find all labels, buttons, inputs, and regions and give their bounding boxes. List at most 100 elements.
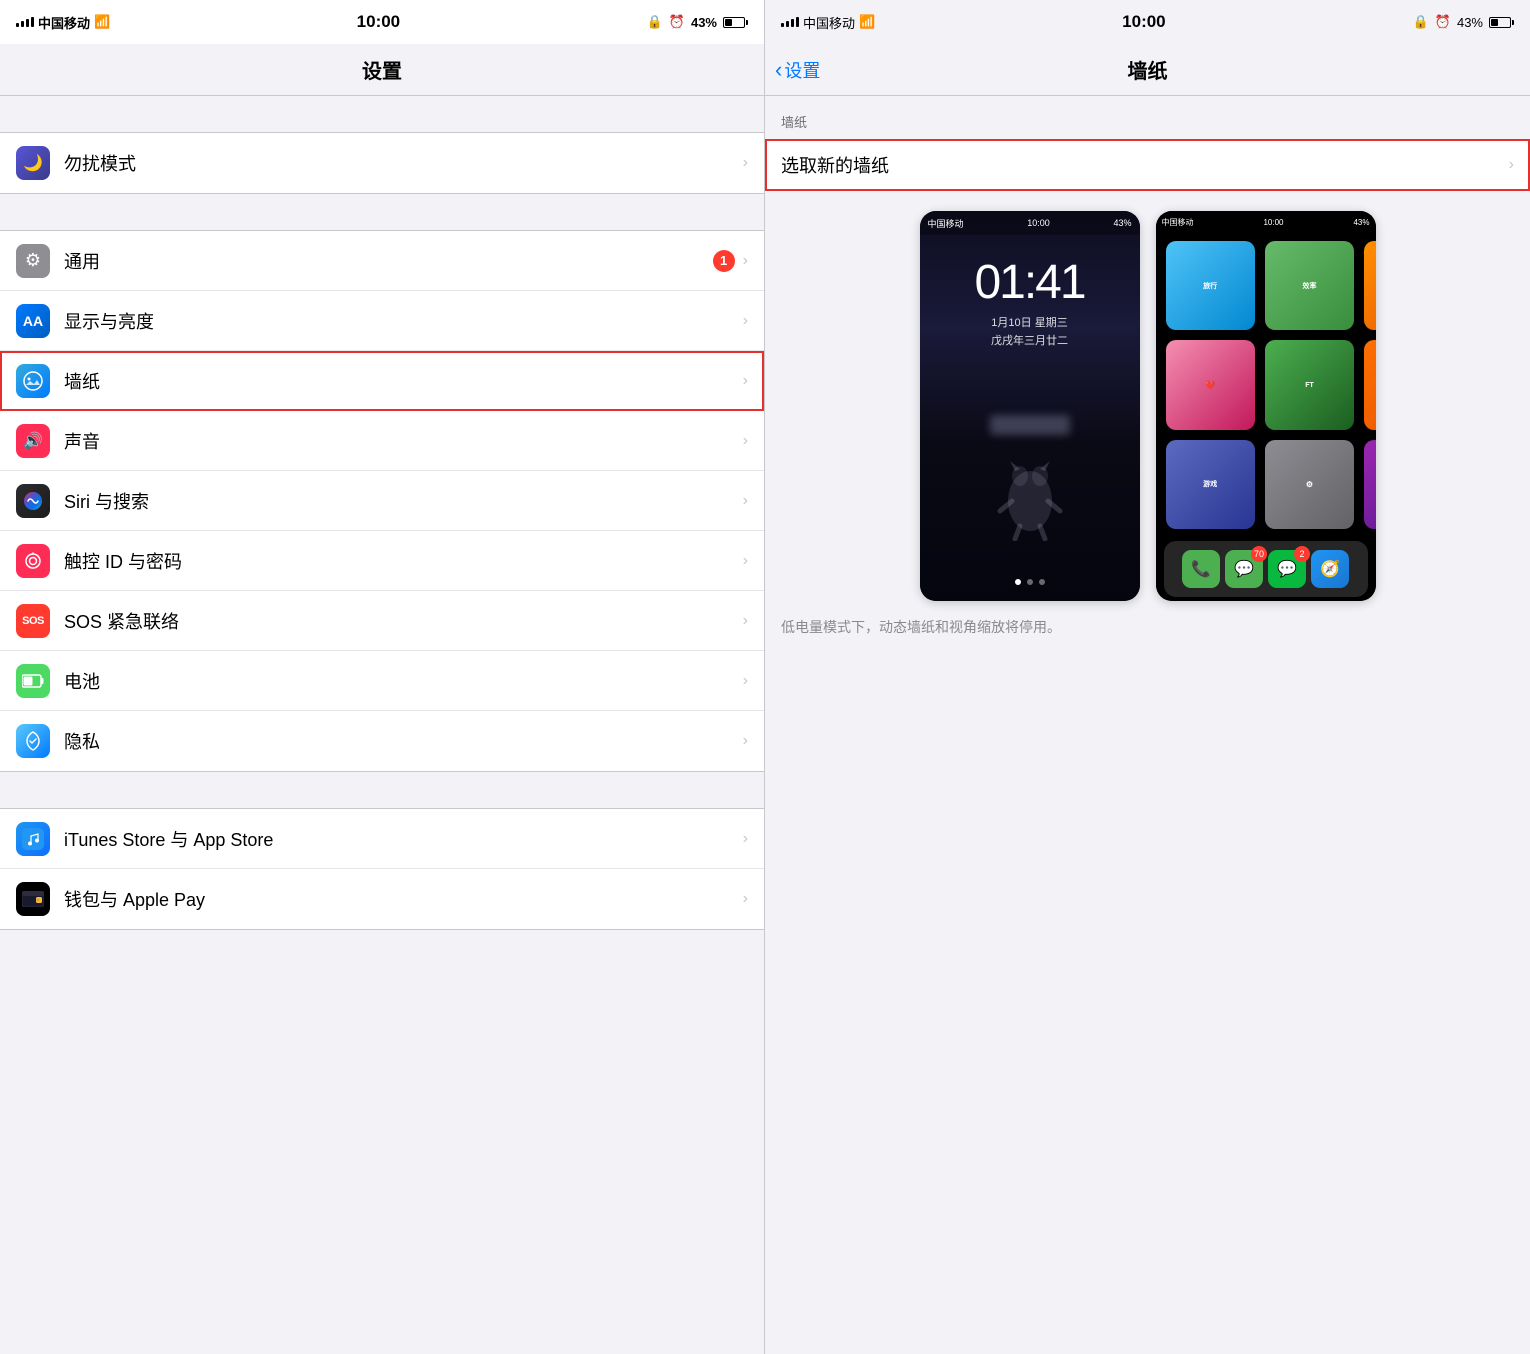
rs-bar-3: [791, 19, 794, 27]
settings-item-touchid[interactable]: 触控 ID 与密码 ›: [0, 531, 764, 591]
privacy-chevron: ›: [743, 732, 748, 750]
right-signal: 中国移动 📶: [781, 13, 875, 32]
back-chevron-icon: ‹: [775, 57, 782, 83]
lock-preview-status: 中国移动 10:00 43%: [920, 211, 1140, 235]
settings-item-battery[interactable]: 电池 ›: [0, 651, 764, 711]
battery-chevron: ›: [743, 672, 748, 690]
left-status-right: 🔒 ⏰ 43%: [647, 14, 748, 30]
lock-screen-preview-thumb[interactable]: 中国移动 10:00 43% 01:41 1月10日 星期三 戊戌年三月廿二: [920, 211, 1140, 601]
settings-item-siri[interactable]: Siri 与搜索 ›: [0, 471, 764, 531]
battery-icon-container: [16, 664, 50, 698]
wifi-icon: 📶: [94, 14, 110, 30]
app-ibooks: iBooks: [1364, 241, 1375, 330]
sos-label: SOS 紧急联络: [64, 608, 743, 634]
right-panel: 中国移动 📶 10:00 🔒 ⏰ 43% ‹ 设置 墙纸 墙纸 选取新的墙纸: [765, 0, 1530, 1354]
signal-bars: [16, 17, 34, 27]
battery-fill: [725, 19, 732, 26]
signal-bar-3: [26, 19, 29, 27]
itunes-icon: [16, 822, 50, 856]
rs-bar-4: [796, 17, 799, 27]
wallpaper-label: 墙纸: [64, 368, 743, 394]
wallpaper-icon: [16, 364, 50, 398]
left-title: 设置: [362, 55, 402, 84]
app-health: ❤️: [1166, 340, 1255, 429]
touchid-svg: [22, 550, 44, 572]
lock-screen-preview: 中国移动 10:00 43% 01:41 1月10日 星期三 戊戌年三月廿二: [920, 211, 1140, 601]
back-button[interactable]: ‹ 设置: [775, 57, 820, 83]
general-chevron: ›: [743, 252, 748, 270]
app-travel: 旅行: [1166, 241, 1255, 330]
app-facetime: FT: [1265, 340, 1354, 429]
right-status-right: 🔒 ⏰ 43%: [1413, 14, 1514, 30]
dnd-label: 勿扰模式: [64, 150, 743, 176]
cat-silhouette-svg: [990, 441, 1070, 541]
settings-item-general[interactable]: ⚙ 通用 1 ›: [0, 231, 764, 291]
right-content: 墙纸 选取新的墙纸 › 中国移动 10:00 43% 01:41 1月10日 星…: [765, 96, 1530, 1354]
display-icon: AA: [16, 304, 50, 338]
home-screen-preview-thumb[interactable]: 中国移动 10:00 43% 旅行 效率 iBooks 📈 ❤️ FT G 文件…: [1156, 211, 1376, 601]
right-battery-text: 43%: [1457, 15, 1483, 30]
carrier-label: 中国移动: [38, 13, 90, 32]
lock-battery-status: 43%: [1113, 218, 1131, 228]
privacy-svg: [22, 730, 44, 752]
sounds-chevron: ›: [743, 432, 748, 450]
settings-item-privacy[interactable]: 隐私 ›: [0, 711, 764, 771]
settings-item-display[interactable]: AA 显示与亮度 ›: [0, 291, 764, 351]
app-efficiency: 效率: [1265, 241, 1354, 330]
left-time: 10:00: [357, 12, 400, 32]
left-battery: 43%: [691, 15, 717, 30]
battery-indicator: [723, 17, 748, 28]
new-wallpaper-label: 选取新的墙纸: [781, 152, 1509, 178]
lock-dots: [1015, 579, 1045, 585]
lock-date-display: 1月10日 星期三: [991, 314, 1067, 330]
dock-messages: 💬 70: [1225, 550, 1263, 588]
app-podcast: 播客: [1364, 440, 1375, 529]
wallpaper-section-label: 墙纸: [765, 96, 1530, 139]
wallet-svg: [22, 891, 44, 907]
general-label: 通用: [64, 248, 713, 274]
right-battery-icon: [1489, 17, 1514, 28]
app-garage: G: [1364, 340, 1375, 429]
dnd-chevron: ›: [743, 154, 748, 172]
signal-bar-1: [16, 23, 19, 27]
siri-icon: [16, 484, 50, 518]
lock-icon: 🔒: [647, 14, 663, 30]
itunes-label: iTunes Store 与 App Store: [64, 826, 743, 852]
settings-item-wallet[interactable]: 钱包与 Apple Pay ›: [0, 869, 764, 929]
display-label: 显示与亮度: [64, 308, 743, 334]
general-icon: ⚙: [16, 244, 50, 278]
dnd-icon-symbol: 🌙: [23, 153, 43, 173]
settings-item-sounds[interactable]: 🔊 声音 ›: [0, 411, 764, 471]
battery-tip: [746, 20, 748, 25]
itunes-chevron: ›: [743, 830, 748, 848]
new-wallpaper-chevron: ›: [1509, 156, 1514, 174]
settings-group-main: ⚙ 通用 1 › AA 显示与亮度 ›: [0, 230, 764, 772]
right-lock-icon: 🔒: [1413, 14, 1429, 30]
lock-dot-1: [1015, 579, 1021, 585]
siri-label: Siri 与搜索: [64, 488, 743, 514]
right-alarm-icon: ⏰: [1435, 14, 1451, 30]
home-dock: 📞 💬 70 💬 2 🧭: [1164, 541, 1368, 597]
new-wallpaper-row[interactable]: 选取新的墙纸 ›: [765, 139, 1530, 191]
wallet-chevron: ›: [743, 890, 748, 908]
left-panel: 中国移动 📶 10:00 🔒 ⏰ 43% 设置 🌙: [0, 0, 765, 1354]
wallpaper-chevron: ›: [743, 372, 748, 390]
wallet-label: 钱包与 Apple Pay: [64, 886, 743, 912]
settings-item-sos[interactable]: SOS SOS 紧急联络 ›: [0, 591, 764, 651]
settings-item-itunes[interactable]: iTunes Store 与 App Store ›: [0, 809, 764, 869]
right-signal-bars: [781, 17, 799, 27]
settings-item-dnd[interactable]: 🌙 勿扰模式 ›: [0, 133, 764, 193]
dock-wechat: 💬 2: [1268, 550, 1306, 588]
home-app-grid: 旅行 效率 iBooks 📈 ❤️ FT G 文件夹 游戏 ⚙ 播客 📷: [1156, 233, 1376, 537]
rs-bar-2: [786, 21, 789, 27]
settings-group-dnd: 🌙 勿扰模式 ›: [0, 132, 764, 194]
blur-overlay: [990, 415, 1070, 435]
settings-list: 🌙 勿扰模式 › ⚙ 通用 1 › AA 显示与亮度: [0, 96, 764, 1354]
wallpaper-icon-svg: [22, 370, 44, 392]
home-time-preview: 10:00: [1263, 218, 1283, 227]
left-nav-header: 设置: [0, 44, 764, 96]
section-gap-3: [0, 772, 764, 808]
settings-item-wallpaper[interactable]: 墙纸 ›: [0, 351, 764, 411]
sounds-label: 声音: [64, 428, 743, 454]
dnd-icon: 🌙: [16, 146, 50, 180]
